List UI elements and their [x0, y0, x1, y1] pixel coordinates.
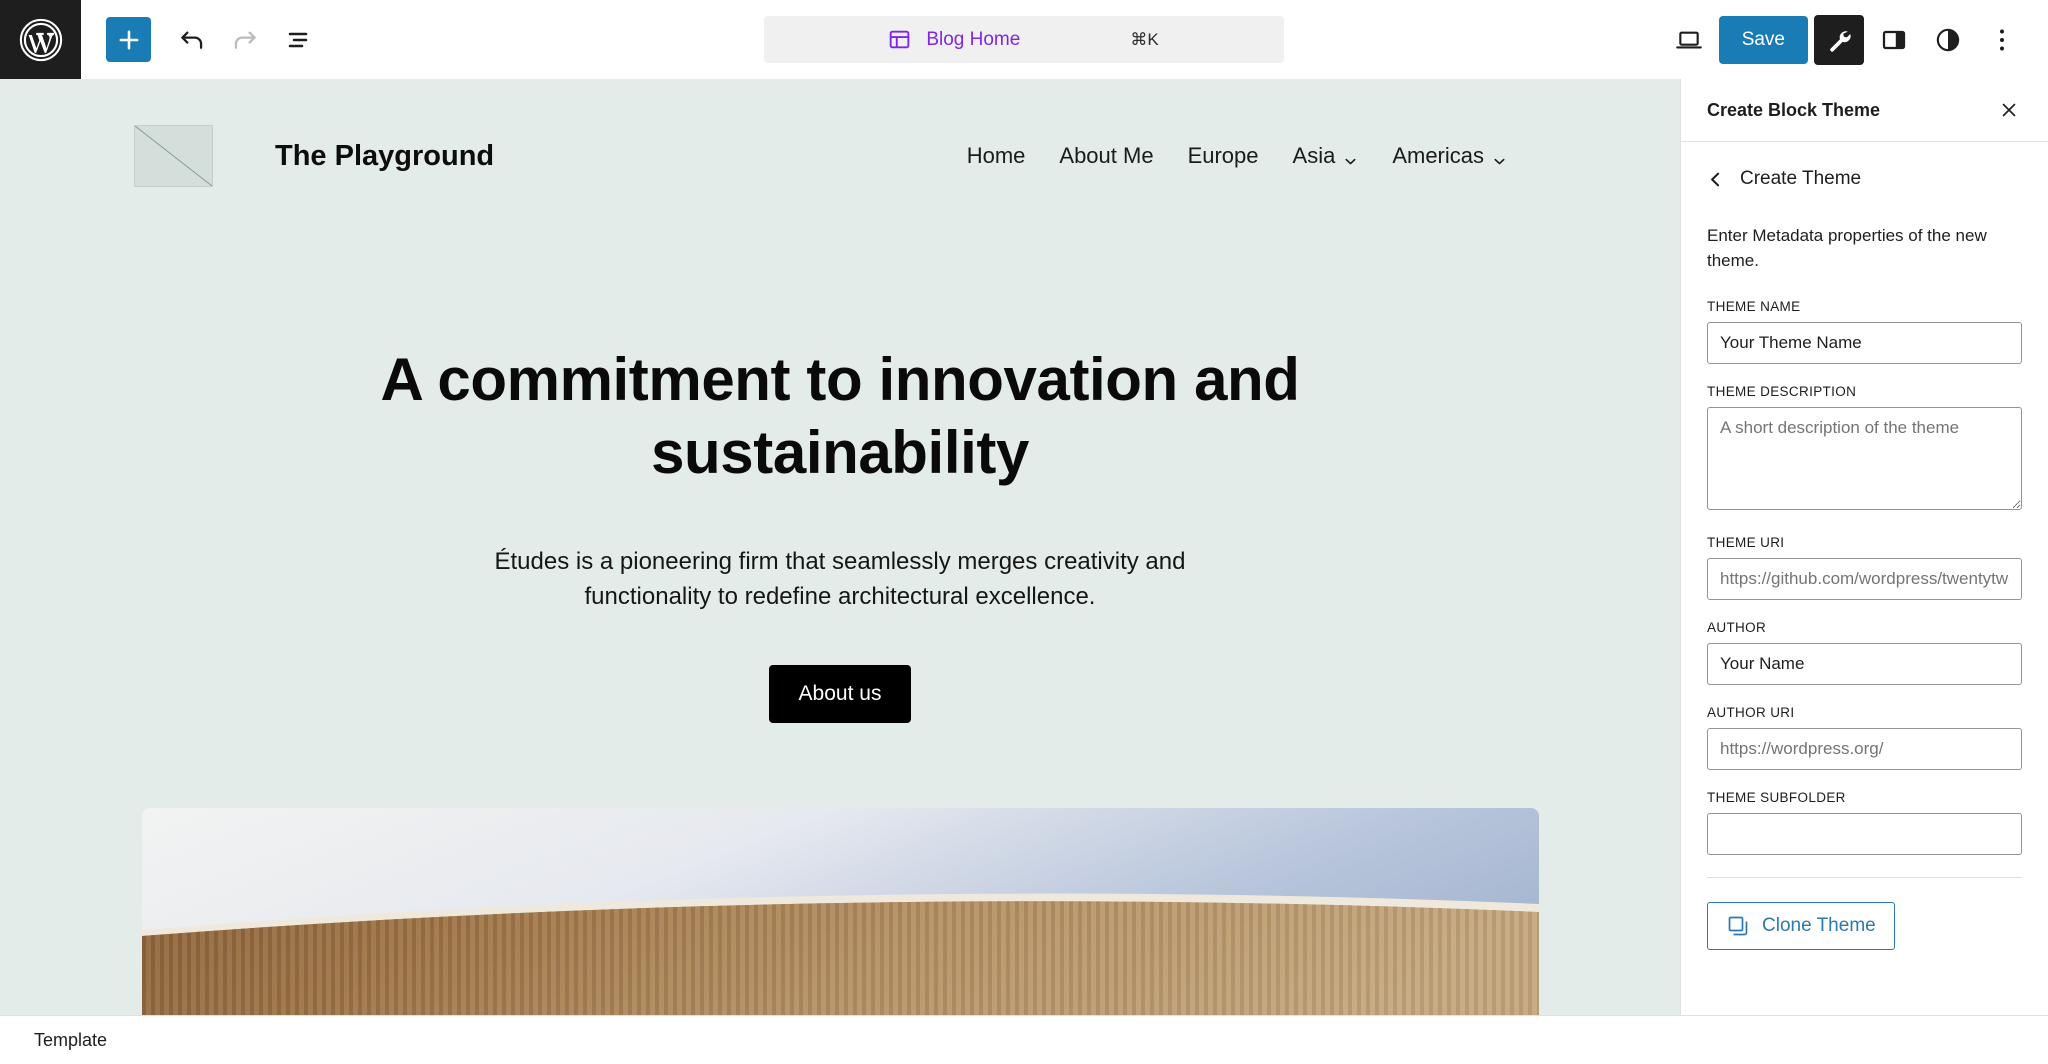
- toolbar-left-group: [81, 16, 322, 64]
- nav-label: About Me: [1059, 143, 1154, 168]
- field-label-theme-description: THEME DESCRIPTION: [1707, 384, 1857, 400]
- view-button[interactable]: [1665, 16, 1713, 64]
- status-bar-label: Template: [34, 1029, 108, 1050]
- document-bar[interactable]: Blog Home ⌘K: [764, 16, 1284, 63]
- site-logo-placeholder[interactable]: [134, 125, 213, 187]
- chevron-left-icon: [1707, 171, 1724, 188]
- plus-icon: [115, 26, 143, 54]
- options-menu-button[interactable]: [1978, 16, 2026, 64]
- nav-label: Asia: [1292, 143, 1336, 168]
- theme-subfolder-input[interactable]: [1707, 813, 2022, 856]
- close-icon: [1998, 99, 2020, 121]
- back-label: Create Theme: [1740, 168, 1862, 189]
- field-author: AUTHOR: [1707, 620, 2022, 686]
- site-navigation: Home About Me Europe Asia Americas: [950, 143, 1534, 169]
- chevron-down-icon: [1492, 149, 1507, 164]
- field-label-theme-subfolder: THEME SUBFOLDER: [1707, 790, 1846, 806]
- field-label-theme-uri: THEME URI: [1707, 535, 1785, 551]
- copy-icon: [1726, 914, 1750, 938]
- theme-name-input[interactable]: [1707, 322, 2022, 365]
- contrast-icon: [1932, 24, 1964, 56]
- laptop-icon: [1673, 24, 1705, 56]
- undo-button[interactable]: [168, 16, 216, 64]
- field-author-uri: AUTHOR URI: [1707, 705, 2022, 771]
- panel-close-button[interactable]: [1992, 93, 2026, 127]
- field-label-author: AUTHOR: [1707, 620, 1767, 636]
- editor-body: The Playground Home About Me Europe Asia…: [0, 79, 2048, 1015]
- author-uri-input[interactable]: [1707, 728, 2022, 771]
- list-view-icon: [282, 24, 314, 56]
- panel-body: Create Theme Enter Metadata properties o…: [1681, 142, 2048, 1015]
- nav-item-asia[interactable]: Asia: [1276, 143, 1376, 169]
- wordpress-logo-button[interactable]: [0, 0, 81, 79]
- chevron-down-icon: [1343, 149, 1358, 164]
- back-to-create-theme-button[interactable]: Create Theme: [1707, 168, 2022, 190]
- nav-item-about-me[interactable]: About Me: [1042, 143, 1170, 169]
- hero-image[interactable]: [141, 807, 1539, 1015]
- field-label-theme-name: THEME NAME: [1707, 299, 1801, 315]
- panel-divider: [1707, 877, 2022, 879]
- editor-status-bar: Template: [0, 1015, 2048, 1064]
- field-theme-subfolder: THEME SUBFOLDER: [1707, 790, 2022, 856]
- nav-label: Home: [966, 143, 1026, 168]
- panel-title: Create Block Theme: [1707, 99, 1881, 120]
- clone-theme-button[interactable]: Clone Theme: [1707, 902, 1895, 951]
- wrench-icon: [1824, 25, 1854, 55]
- theme-uri-input[interactable]: [1707, 558, 2022, 601]
- undo-icon: [176, 24, 208, 56]
- nav-label: Americas: [1392, 143, 1484, 168]
- redo-icon: [229, 24, 261, 56]
- sidebar-toggle-icon: [1878, 24, 1910, 56]
- panel-intro-text: Enter Metadata properties of the new the…: [1707, 226, 1987, 270]
- template-icon: [887, 27, 912, 52]
- about-us-button[interactable]: About us: [768, 664, 912, 723]
- create-block-theme-button[interactable]: [1814, 14, 1864, 65]
- editor-canvas[interactable]: The Playground Home About Me Europe Asia…: [0, 79, 1680, 1015]
- site-header-block[interactable]: The Playground Home About Me Europe Asia…: [0, 79, 1680, 189]
- kebab-menu-icon: [1986, 24, 2018, 56]
- architectural-facade-photo: [141, 807, 1539, 1015]
- field-label-author-uri: AUTHOR URI: [1707, 705, 1795, 721]
- hero-heading[interactable]: A commitment to innovation and sustainab…: [340, 344, 1340, 489]
- theme-description-textarea[interactable]: [1707, 407, 2022, 511]
- editor-canvas-wrapper: The Playground Home About Me Europe Asia…: [0, 79, 1680, 1015]
- field-theme-description: THEME DESCRIPTION: [1707, 384, 2022, 515]
- author-input[interactable]: [1707, 643, 2022, 686]
- document-bar-wrapper: Blog Home ⌘K: [764, 16, 1284, 63]
- document-title: Blog Home: [926, 28, 1021, 50]
- document-shortcut: ⌘K: [1130, 29, 1159, 49]
- editor-top-toolbar: Blog Home ⌘K Save: [0, 0, 2048, 79]
- field-theme-uri: THEME URI: [1707, 535, 2022, 601]
- add-block-button[interactable]: [106, 17, 151, 62]
- hero-paragraph[interactable]: Études is a pioneering firm that seamles…: [490, 545, 1190, 615]
- site-title[interactable]: The Playground: [275, 140, 494, 173]
- nav-label: Europe: [1187, 143, 1259, 168]
- toolbar-right-group: Save: [1665, 14, 2048, 65]
- nav-item-europe[interactable]: Europe: [1171, 143, 1276, 169]
- panel-header: Create Block Theme: [1681, 79, 2048, 142]
- field-theme-name: THEME NAME: [1707, 299, 2022, 365]
- document-overview-button[interactable]: [274, 16, 322, 64]
- editor-app: Blog Home ⌘K Save The Playground Home Ab…: [0, 0, 2048, 1064]
- clone-theme-label: Clone Theme: [1762, 915, 1876, 937]
- create-block-theme-panel: Create Block Theme Create Theme Enter Me…: [1680, 79, 2048, 1015]
- redo-button[interactable]: [221, 16, 269, 64]
- wordpress-logo-icon: [18, 17, 64, 63]
- nav-item-americas[interactable]: Americas: [1375, 143, 1524, 169]
- hero-section: A commitment to innovation and sustainab…: [0, 344, 1680, 1015]
- styles-button[interactable]: [1924, 16, 1972, 64]
- settings-toggle-button[interactable]: [1870, 16, 1918, 64]
- save-button[interactable]: Save: [1718, 15, 1808, 64]
- nav-item-home[interactable]: Home: [950, 143, 1043, 169]
